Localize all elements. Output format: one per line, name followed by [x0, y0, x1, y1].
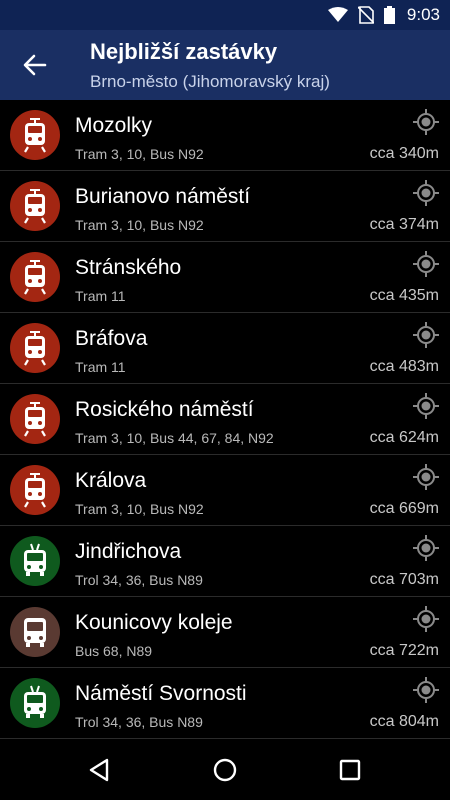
gps-locate-icon[interactable] [412, 534, 440, 562]
stop-lines: Tram 3, 10, Bus 44, 67, 84, N92 [75, 430, 274, 446]
stop-row[interactable]: Stránského Tram 11 cca 435m [0, 242, 450, 313]
stop-row[interactable]: Náměstí Svornosti Trol 34, 36, Bus N89 cca… [0, 668, 450, 739]
stop-row[interactable]: Burianovo náměstí Tram 3, 10, Bus N92 cca … [0, 171, 450, 242]
stop-lines: Tram 3, 10, Bus N92 [75, 217, 204, 233]
gps-locate-icon[interactable] [412, 463, 440, 491]
trolleybus-icon [10, 678, 60, 728]
home-circle-icon[interactable] [210, 755, 240, 785]
gps-locate-icon[interactable] [412, 676, 440, 704]
app-bar: Nejbližší zastávky Brno-město (Jihomorav… [0, 30, 450, 100]
stop-distance: cca 722m [369, 642, 439, 659]
stop-row[interactable]: Králova Tram 3, 10, Bus N92 cca 669m [0, 455, 450, 526]
gps-locate-icon[interactable] [412, 605, 440, 633]
gps-locate-icon[interactable] [412, 321, 440, 349]
tram-icon [10, 181, 60, 231]
stop-name: Burianovo náměstí [75, 185, 251, 208]
navigation-bar [0, 740, 450, 800]
stop-row[interactable]: Mozolky Tram 3, 10, Bus N92 cca 340m [0, 100, 450, 171]
tram-icon [10, 323, 60, 373]
stop-lines: Trol 34, 36, Bus N89 [75, 572, 203, 588]
stop-row[interactable]: Rosického náměstí Tram 3, 10, Bus 44, 67,… [0, 384, 450, 455]
stop-distance: cca 374m [369, 216, 439, 233]
stop-name: Králova [75, 469, 147, 492]
stop-distance: cca 483m [369, 358, 439, 375]
back-triangle-icon[interactable] [85, 755, 115, 785]
stop-lines: Trol 34, 36, Bus N89 [75, 714, 203, 730]
trolleybus-icon [10, 536, 60, 586]
gps-locate-icon[interactable] [412, 179, 440, 207]
stop-name: Rosického náměstí [75, 398, 254, 421]
gps-locate-icon[interactable] [412, 392, 440, 420]
stop-name: Náměstí Svornosti [75, 682, 247, 705]
battery-icon [383, 6, 395, 24]
clock: 9:03 [406, 5, 440, 24]
stop-lines: Tram 11 [75, 288, 126, 304]
status-bar: 9:03 [0, 0, 450, 30]
recents-square-icon[interactable] [335, 755, 365, 785]
stop-name: Kounicovy koleje [75, 611, 233, 634]
stop-distance: cca 340m [369, 145, 439, 162]
gps-locate-icon[interactable] [412, 250, 440, 278]
stop-name: Jindřichova [75, 540, 182, 563]
stop-lines: Tram 11 [75, 359, 126, 375]
stop-name: Mozolky [75, 114, 153, 137]
page-title: Nejbližší zastávky [90, 39, 278, 64]
page-subtitle: Brno-město (Jihomoravský kraj) [90, 72, 330, 91]
tram-icon [10, 394, 60, 444]
stop-distance: cca 624m [369, 429, 439, 446]
stop-name: Bráfova [75, 327, 148, 350]
tram-icon [10, 465, 60, 515]
stop-lines: Tram 3, 10, Bus N92 [75, 146, 204, 162]
wifi-icon [327, 7, 348, 22]
stop-distance: cca 703m [369, 571, 439, 588]
gps-locate-icon[interactable] [412, 108, 440, 136]
stop-row[interactable]: Kounicovy koleje Bus 68, N89 cca 722m [0, 597, 450, 668]
stop-row[interactable]: Jindřichova Trol 34, 36, Bus N89 cca 703m [0, 526, 450, 597]
stop-distance: cca 804m [369, 713, 439, 730]
stop-lines: Tram 3, 10, Bus N92 [75, 501, 204, 517]
stop-distance: cca 669m [369, 500, 439, 517]
stop-distance: cca 435m [369, 287, 439, 304]
tram-icon [10, 252, 60, 302]
stop-row[interactable]: Bráfova Tram 11 cca 483m [0, 313, 450, 384]
stop-name: Stránského [75, 256, 182, 279]
arrow-back-icon[interactable] [20, 50, 50, 80]
bus-icon [10, 607, 60, 657]
stop-lines: Bus 68, N89 [75, 643, 153, 659]
stops-list: Mozolky Tram 3, 10, Bus N92 cca 340m Burian… [0, 100, 450, 740]
tram-icon [10, 110, 60, 160]
no-sim-icon [357, 6, 374, 24]
